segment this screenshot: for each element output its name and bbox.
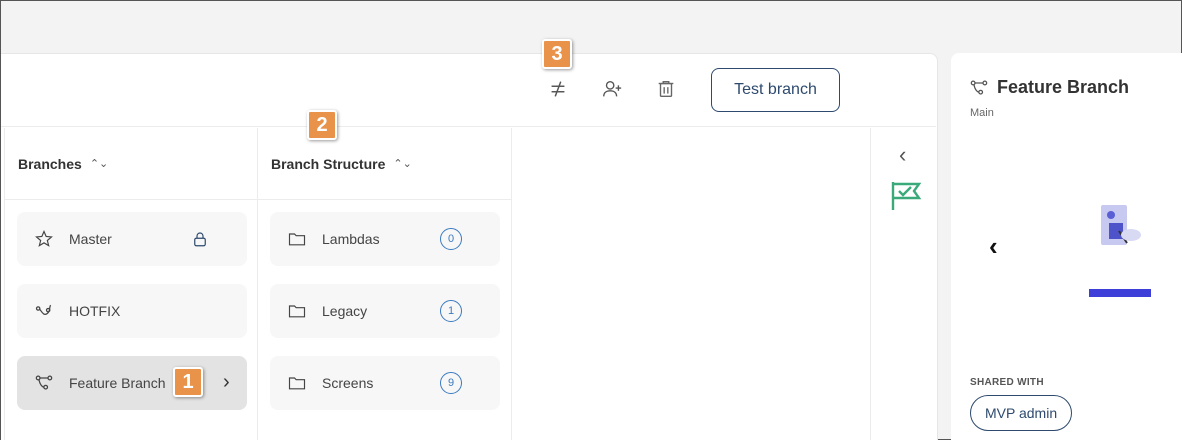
- branch-item-label: Master: [69, 231, 112, 247]
- branch-item-label: HOTFIX: [69, 303, 121, 319]
- screen-preview-thumbnail[interactable]: [1079, 201, 1153, 301]
- branch-item-feature-branch[interactable]: Feature Branch ›: [17, 356, 247, 410]
- shared-user-chip[interactable]: MVP admin: [970, 395, 1073, 431]
- details-title: Feature Branch: [969, 77, 1129, 98]
- chevron-left-icon[interactable]: ‹: [899, 142, 906, 168]
- star-icon: [33, 228, 55, 250]
- structure-header-label: Branch Structure: [271, 155, 386, 172]
- toolbar: Test branch: [1, 54, 936, 127]
- structure-column: Branch Structure ⌃⌄ Lambdas 0 Legacy 1 S…: [258, 128, 512, 440]
- branches-header[interactable]: Branches ⌃⌄: [5, 128, 257, 200]
- folder-item-legacy[interactable]: Legacy 1: [270, 284, 500, 338]
- branch-icon: [33, 372, 55, 394]
- branch-item-master[interactable]: Master: [17, 212, 247, 266]
- not-equal-icon[interactable]: [545, 76, 571, 102]
- details-panel: Feature Branch Main ‹ SHARED WITH MVP ad…: [951, 53, 1182, 440]
- count-badge: 9: [440, 372, 462, 394]
- carousel-prev-icon[interactable]: ‹: [989, 231, 998, 262]
- folder-icon: [286, 228, 308, 250]
- side-strip: ‹: [870, 128, 937, 440]
- chevron-right-icon[interactable]: ›: [223, 371, 230, 394]
- main-panel: Test branch Branches ⌃⌄ Master HOTFIX Fe…: [1, 53, 938, 440]
- folder-item-label: Screens: [322, 375, 374, 391]
- shared-with-label: SHARED WITH: [970, 377, 1044, 388]
- trash-icon[interactable]: [653, 76, 679, 102]
- callout-1: 1: [173, 367, 203, 397]
- folder-item-label: Lambdas: [322, 231, 380, 247]
- details-subtitle: Main: [970, 107, 994, 119]
- count-badge: 1: [440, 300, 462, 322]
- add-user-icon[interactable]: [599, 76, 625, 102]
- sort-icon[interactable]: ⌃⌄: [393, 157, 411, 170]
- lock-icon: [191, 229, 209, 249]
- callout-3: 3: [542, 39, 572, 69]
- branches-column: Branches ⌃⌄ Master HOTFIX Feature Branch…: [4, 128, 258, 440]
- folder-icon: [286, 372, 308, 394]
- branches-header-label: Branches: [18, 155, 82, 172]
- branch-item-label: Feature Branch: [69, 375, 166, 391]
- callout-2: 2: [307, 110, 337, 140]
- count-badge: 0: [440, 228, 462, 250]
- hotfix-icon: [33, 300, 55, 322]
- details-title-text: Feature Branch: [997, 77, 1130, 97]
- folder-icon: [286, 300, 308, 322]
- sort-icon[interactable]: ⌃⌄: [90, 157, 108, 170]
- test-branch-button[interactable]: Test branch: [711, 68, 840, 112]
- branch-icon: [970, 80, 988, 95]
- branch-item-hotfix[interactable]: HOTFIX: [17, 284, 247, 338]
- flag-check-icon[interactable]: [889, 180, 923, 212]
- folder-item-lambdas[interactable]: Lambdas 0: [270, 212, 500, 266]
- folder-item-screens[interactable]: Screens 9: [270, 356, 500, 410]
- structure-header[interactable]: Branch Structure ⌃⌄: [258, 128, 511, 200]
- folder-item-label: Legacy: [322, 303, 368, 319]
